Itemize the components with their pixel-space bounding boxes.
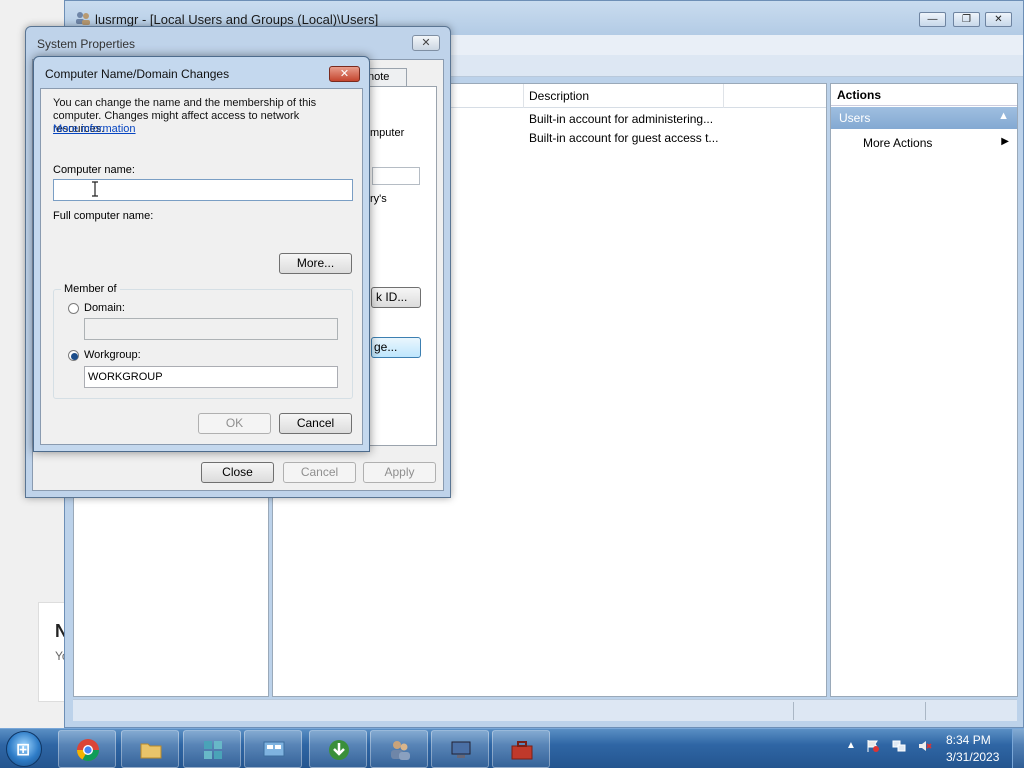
windows-logo-icon: ⊞ [16, 740, 31, 759]
taskbar-item-registry-editor[interactable] [183, 730, 241, 768]
taskbar-item-toolbox[interactable] [492, 730, 550, 768]
actions-section-users[interactable]: Users ▲ [831, 107, 1017, 129]
dialog-title: Computer Name/Domain Changes [45, 67, 230, 81]
network-id-button[interactable]: k ID... [371, 287, 421, 308]
folder-icon [140, 743, 162, 759]
computer-name-domain-changes-dialog: Computer Name/Domain Changes ✕ You can c… [33, 56, 370, 452]
toolbox-icon [511, 741, 533, 760]
dialog-close-button[interactable]: ✕ [412, 35, 440, 51]
users-management-icon [391, 741, 410, 760]
actions-header: Actions [831, 84, 1017, 106]
dialog-body: You can change the name and the membersh… [40, 88, 363, 445]
cancel-button[interactable]: Cancel [279, 413, 352, 434]
cancel-button[interactable]: Cancel [283, 462, 356, 483]
domain-input[interactable] [84, 318, 338, 340]
status-bar [73, 699, 1017, 721]
workgroup-input[interactable] [84, 366, 338, 388]
computer-description-field[interactable] [372, 167, 420, 185]
more-information-link[interactable]: More information [53, 123, 136, 135]
workgroup-radio[interactable] [68, 350, 79, 361]
internet-download-manager-icon [329, 740, 349, 760]
network-icon[interactable] [892, 739, 906, 753]
domain-radio[interactable] [68, 303, 79, 314]
action-center-flag-icon[interactable] [866, 739, 880, 753]
column-header-description[interactable]: Description [529, 89, 589, 103]
actions-pane: Actions Users ▲ More Actions ▶ [830, 83, 1018, 697]
text-cursor-icon [92, 181, 98, 197]
status-divider [925, 702, 926, 720]
taskbar-item-users[interactable] [370, 730, 428, 768]
dialog-close-button[interactable]: ✕ [329, 66, 360, 82]
show-hidden-icons-icon[interactable]: ▲ [846, 740, 856, 751]
clock-time[interactable]: 8:34 PM [946, 733, 991, 747]
show-desktop-button[interactable] [1012, 729, 1024, 768]
start-button[interactable]: ⊞ [6, 731, 42, 767]
tab-description-text: mputer [370, 127, 405, 139]
taskbar-item-download-manager[interactable] [309, 730, 367, 768]
workgroup-label[interactable]: Workgroup: [84, 349, 141, 361]
taskbar-item-computer-management[interactable] [431, 730, 489, 768]
users-app-icon [76, 12, 90, 25]
clock-date[interactable]: 3/31/2023 [946, 750, 999, 764]
full-computer-name-label: Full computer name: [53, 210, 154, 222]
tab-help-text: ry's [370, 193, 387, 205]
change-button[interactable]: ge... [371, 337, 421, 358]
minimize-button[interactable]: — [919, 12, 946, 27]
domain-label[interactable]: Domain: [84, 302, 125, 314]
actions-title: Actions [837, 88, 882, 102]
more-button[interactable]: More... [279, 253, 352, 274]
close-button[interactable]: ✕ [985, 12, 1012, 27]
volume-muted-icon[interactable] [918, 739, 932, 753]
column-divider[interactable] [523, 84, 524, 108]
computer-name-label: Computer name: [53, 164, 135, 176]
close-dialog-button[interactable]: Close [201, 462, 274, 483]
column-divider[interactable] [723, 84, 724, 108]
taskbar-item-file-explorer[interactable] [121, 730, 179, 768]
registry-editor-icon [204, 741, 222, 759]
more-actions-item[interactable]: More Actions [863, 136, 932, 150]
actions-section-label: Users [839, 111, 871, 125]
taskbar-item-chrome[interactable] [58, 730, 116, 768]
user-row-description[interactable]: Built-in account for administering... [529, 112, 713, 126]
ok-button[interactable]: OK [198, 413, 271, 434]
member-of-label: Member of [61, 283, 120, 295]
user-row-description[interactable]: Built-in account for guest access t... [529, 131, 718, 145]
collapse-arrow-icon[interactable]: ▲ [998, 110, 1009, 122]
status-divider [793, 702, 794, 720]
window-title: lusrmgr - [Local Users and Groups (Local… [95, 12, 379, 27]
computer-management-icon [451, 741, 471, 758]
submenu-arrow-icon: ▶ [1001, 136, 1009, 147]
chrome-icon [77, 739, 99, 761]
dialog-title: System Properties [37, 37, 136, 51]
apply-button[interactable]: Apply [363, 462, 436, 483]
control-panel-icon [263, 741, 285, 757]
taskbar-item-control-panel[interactable] [244, 730, 302, 768]
restore-button[interactable]: ❐ [953, 12, 980, 27]
